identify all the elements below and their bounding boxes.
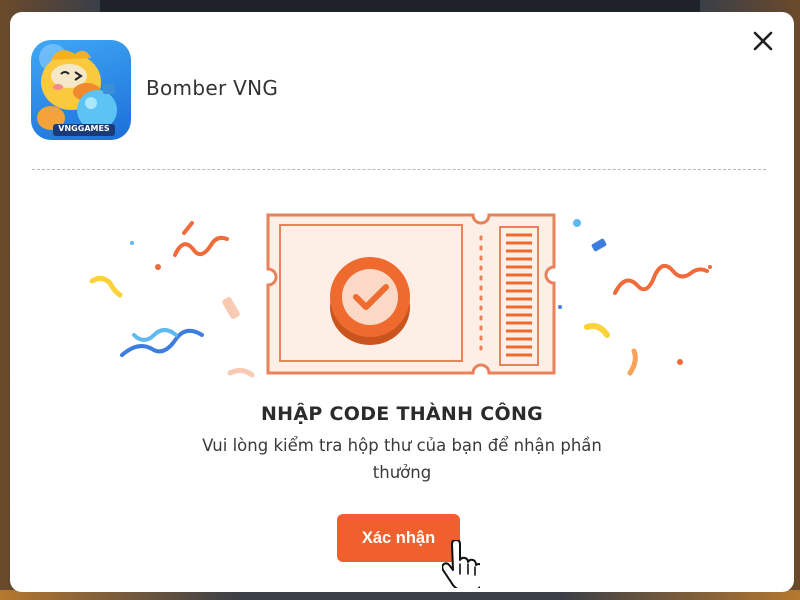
redeem-success-dialog: VNGGAMES Bomber VNG NHẬP CODE THÀNH CÔNG… — [10, 12, 794, 592]
app-icon-brand-text: VNGGAMES — [58, 124, 110, 133]
header-divider — [32, 169, 766, 170]
close-button[interactable] — [750, 28, 776, 54]
check-circle-icon — [330, 257, 410, 345]
success-ticket-illustration — [89, 213, 712, 378]
app-icon: VNGGAMES — [31, 40, 131, 140]
backdrop-top-strip — [100, 0, 700, 12]
app-name: Bomber VNG — [146, 76, 279, 100]
ticket-shape — [266, 213, 556, 375]
close-icon — [753, 31, 773, 51]
success-title: NHẬP CODE THÀNH CÔNG — [260, 403, 544, 425]
success-message: Vui lòng kiểm tra hộp thư của bạn để nhậ… — [202, 436, 602, 482]
hand-pointer-cursor-icon — [442, 540, 480, 588]
